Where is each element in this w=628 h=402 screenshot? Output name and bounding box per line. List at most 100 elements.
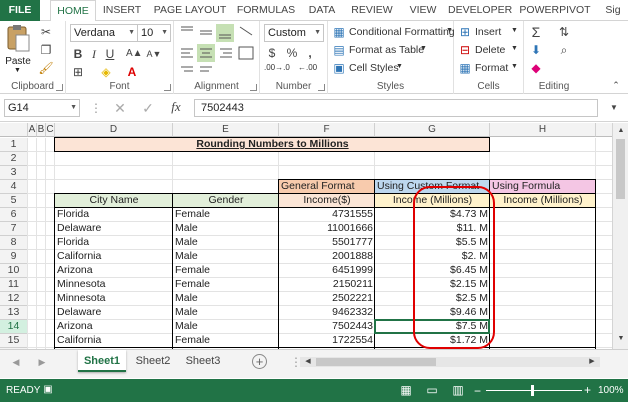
income-cell[interactable]: 5501777: [279, 236, 375, 250]
gender-cell[interactable]: Male: [173, 320, 279, 334]
page-layout-view-icon[interactable]: ▭: [424, 382, 440, 398]
copy-icon[interactable]: ❐: [38, 42, 54, 58]
income-cell[interactable]: 6451999: [279, 264, 375, 278]
cell-styles-button[interactable]: ▣ Cell Styles ▼: [332, 60, 452, 76]
alignment-launcher-icon[interactable]: [250, 84, 257, 91]
row-header-7[interactable]: 7: [0, 222, 28, 236]
font-name-select[interactable]: Verdana ▼: [70, 24, 138, 42]
row-header-9[interactable]: 9: [0, 250, 28, 264]
city-cell[interactable]: Minnesota: [55, 278, 173, 292]
general-format-header[interactable]: General Format: [279, 180, 375, 194]
column-header-a[interactable]: A: [28, 123, 37, 137]
row-header-3[interactable]: 3: [0, 166, 28, 180]
conditional-formatting-button[interactable]: ▦ Conditional Formatting ▼: [332, 24, 454, 40]
macro-record-icon[interactable]: ▣: [40, 382, 56, 398]
sheet-tab-sheet2[interactable]: Sheet2: [130, 350, 176, 372]
income-cell[interactable]: 7502443: [279, 320, 375, 334]
column-header-f[interactable]: F: [279, 123, 375, 137]
tab-formulas[interactable]: FORMULAS: [234, 0, 298, 21]
tab-file[interactable]: FILE: [0, 0, 40, 21]
percent-icon[interactable]: %: [284, 45, 300, 61]
row-header-6[interactable]: 6: [0, 208, 28, 222]
cut-icon[interactable]: ✂: [38, 24, 54, 40]
row-header-10[interactable]: 10: [0, 264, 28, 278]
tab-data[interactable]: DATA: [304, 0, 340, 21]
decrease-decimal-icon[interactable]: ←.00: [298, 63, 317, 72]
gender-cell[interactable]: Female: [173, 208, 279, 222]
gender-cell[interactable]: Male: [173, 236, 279, 250]
insert-cells-button[interactable]: ⊞ Insert ▼: [458, 24, 522, 40]
column-header-g[interactable]: G: [375, 123, 490, 137]
column-header-d[interactable]: D: [55, 123, 173, 137]
income-cell[interactable]: 2502221: [279, 292, 375, 306]
gender-cell[interactable]: Male: [173, 250, 279, 264]
gender-cell[interactable]: Female: [173, 334, 279, 348]
increase-decimal-icon[interactable]: .00→.0: [264, 63, 290, 72]
income-cell[interactable]: 2001888: [279, 250, 375, 264]
new-sheet-icon[interactable]: +: [252, 354, 267, 369]
worksheet-grid[interactable]: ABCDEFGH1234567891011121314151617Roundin…: [0, 123, 622, 349]
income-cell[interactable]: 2150211: [279, 278, 375, 292]
column-header-c[interactable]: C: [46, 123, 55, 137]
sheet-title[interactable]: Rounding Numbers to Millions: [55, 138, 490, 152]
scroll-tabs-right-icon[interactable]: ▶: [34, 354, 50, 370]
city-cell[interactable]: Florida: [55, 236, 173, 250]
column-header-b[interactable]: B: [37, 123, 46, 137]
city-cell[interactable]: California: [55, 334, 173, 348]
currency-icon[interactable]: $: [264, 45, 280, 61]
alignment-icons[interactable]: [178, 23, 256, 75]
city-cell[interactable]: Delaware: [55, 306, 173, 320]
scroll-down-icon[interactable]: ▼: [613, 331, 628, 347]
format-painter-icon[interactable]: 🖌: [38, 60, 54, 76]
font-color-icon[interactable]: A: [124, 64, 140, 80]
number-format-select[interactable]: Custom ▼: [264, 24, 324, 42]
income-cell[interactable]: 9462332: [279, 306, 375, 320]
page-break-view-icon[interactable]: ▥: [450, 382, 466, 398]
number-launcher-icon[interactable]: [318, 84, 325, 91]
zoom-out-icon[interactable]: −: [474, 384, 481, 398]
grow-font-icon[interactable]: A▲: [126, 46, 143, 62]
tab-sign-in[interactable]: Sig: [598, 0, 628, 21]
formula-header[interactable]: Using Formula: [490, 180, 596, 194]
sheet-tab-sheet3[interactable]: Sheet3: [180, 350, 226, 372]
row-header-13[interactable]: 13: [0, 306, 28, 320]
scroll-tabs-left-icon[interactable]: ◀: [8, 354, 24, 370]
row-header-11[interactable]: 11: [0, 278, 28, 292]
column-header-e[interactable]: E: [173, 123, 279, 137]
gender-cell[interactable]: Female: [173, 278, 279, 292]
font-size-select[interactable]: 10 ▼: [137, 24, 171, 42]
city-cell[interactable]: Minnesota: [55, 292, 173, 306]
enter-icon[interactable]: ✓: [140, 100, 156, 116]
city-name-header[interactable]: City Name: [55, 194, 173, 208]
name-box[interactable]: G14 ▼: [4, 99, 80, 117]
clear-icon[interactable]: ◆: [528, 60, 544, 76]
tab-page-layout[interactable]: PAGE LAYOUT: [150, 0, 230, 21]
row-header-8[interactable]: 8: [0, 236, 28, 250]
income-cell[interactable]: 11001666: [279, 222, 375, 236]
format-as-table-button[interactable]: ▤ Format as Table ▼: [332, 42, 452, 58]
vertical-scroll-thumb[interactable]: [616, 139, 625, 199]
city-cell[interactable]: Florida: [55, 208, 173, 222]
scroll-right-icon[interactable]: ▶: [584, 354, 600, 370]
tab-view[interactable]: VIEW: [404, 0, 442, 21]
borders-icon[interactable]: ⊞: [70, 64, 86, 80]
select-all-corner[interactable]: [0, 123, 28, 137]
row-header-15[interactable]: 15: [0, 334, 28, 348]
italic-icon[interactable]: I: [86, 46, 102, 62]
income-cell[interactable]: 1722554: [279, 334, 375, 348]
formula-input[interactable]: 7502443: [194, 99, 598, 117]
row-header-1[interactable]: 1: [0, 138, 28, 152]
underline-icon[interactable]: U: [102, 46, 118, 62]
paste-button[interactable]: Paste ▼: [3, 24, 33, 74]
zoom-slider[interactable]: [486, 390, 582, 391]
insert-function-icon[interactable]: fx: [168, 99, 184, 115]
row-header-12[interactable]: 12: [0, 292, 28, 306]
comma-style-icon[interactable]: ,: [302, 45, 318, 61]
scroll-up-icon[interactable]: ▲: [613, 123, 628, 139]
city-cell[interactable]: Delaware: [55, 222, 173, 236]
tab-home[interactable]: HOME: [50, 0, 96, 22]
scroll-left-icon[interactable]: ◀: [300, 354, 316, 370]
zoom-in-icon[interactable]: +: [584, 383, 591, 397]
row-header-2[interactable]: 2: [0, 152, 28, 166]
sheet-tab-sheet1[interactable]: Sheet1: [78, 350, 126, 372]
